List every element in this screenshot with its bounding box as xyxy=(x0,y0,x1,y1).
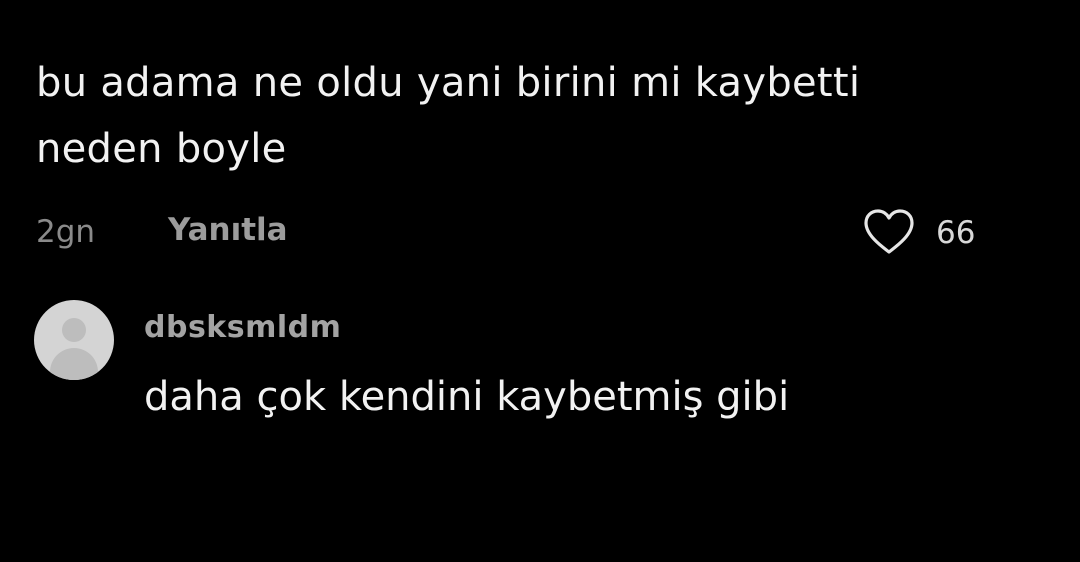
reply-button[interactable]: Yanıtla xyxy=(168,212,288,248)
reply-username[interactable]: dbsksmldm xyxy=(144,310,341,345)
heart-icon[interactable] xyxy=(862,208,916,256)
reply-comment: dbsksmldm daha çok kendini kaybetmiş gib… xyxy=(34,296,1034,446)
avatar-head-icon xyxy=(62,318,86,342)
comment-line-2: neden boyle xyxy=(36,126,287,172)
avatar-body-icon xyxy=(50,348,98,380)
comment-body: bu adama ne oldu yani birini mi kaybetti… xyxy=(36,50,1036,182)
avatar[interactable] xyxy=(34,300,114,380)
reply-text: daha çok kendini kaybetmiş gibi xyxy=(144,374,790,420)
comment-timestamp: 2gn xyxy=(36,214,96,250)
comment-meta-row: 2gn Yanıtla 66 xyxy=(36,208,1036,256)
comment-line-1: bu adama ne oldu yani birini mi kaybetti xyxy=(36,60,861,106)
like-count: 66 xyxy=(936,215,976,251)
